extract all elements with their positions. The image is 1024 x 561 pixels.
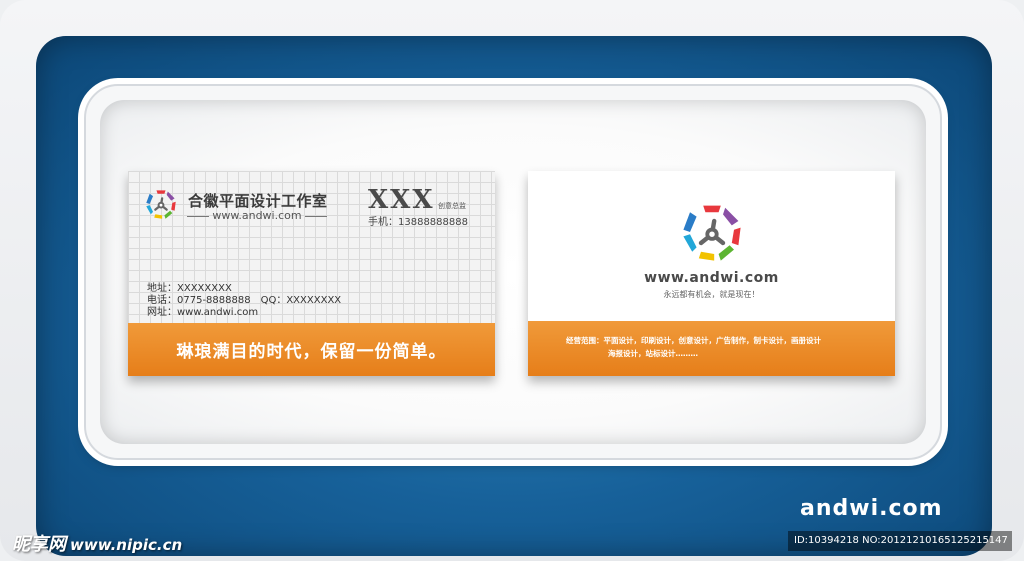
website-line: 网址：www.andwi.com bbox=[147, 307, 259, 318]
business-card-back: www.andwi.com 永远都有机会，就是现在！ 经营范围：平面设计，印刷设… bbox=[528, 171, 895, 376]
services-text: 经营范围：平面设计，印刷设计，创意设计，广告制作，制卡设计，画册设计 海报设计，… bbox=[566, 334, 886, 360]
brand-mark: andwi.com bbox=[800, 496, 943, 521]
services-line-1: 经营范围：平面设计，印刷设计，创意设计，广告制作，制卡设计，画册设计 bbox=[566, 336, 821, 345]
services-line-2: 海报设计，站标设计……… bbox=[608, 349, 698, 358]
watermark-site-url: www.nipic.cn bbox=[70, 536, 183, 554]
person-title: 创意总监 bbox=[438, 202, 466, 210]
mobile-phone: 手机：13888888888 bbox=[368, 217, 468, 228]
watermark-id: ID:10394218 NO:20121210165125215147 bbox=[788, 531, 1012, 551]
back-url: www.andwi.com bbox=[644, 270, 779, 286]
front-slogan: 琳琅满目的时代，保留一份简单。 bbox=[176, 342, 447, 362]
person-name: XXX bbox=[368, 185, 435, 215]
watermark-site: 昵享网 www.nipic.cn bbox=[12, 530, 182, 556]
studio-url: www.andwi.com bbox=[183, 209, 331, 222]
business-card-front: 合徽平面设计工作室 www.andwi.com XXX 创意总监 手机：1388… bbox=[128, 171, 495, 376]
andwi-logo-icon bbox=[146, 190, 176, 219]
andwi-logo-icon bbox=[683, 205, 741, 261]
back-tagline: 永远都有机会，就是现在！ bbox=[663, 290, 760, 299]
qq-text: QQ：XXXXXXXX bbox=[260, 295, 342, 306]
studio-name: 合徽平面设计工作室 bbox=[188, 192, 328, 210]
watermark-site-name: 昵享网 bbox=[12, 534, 66, 555]
